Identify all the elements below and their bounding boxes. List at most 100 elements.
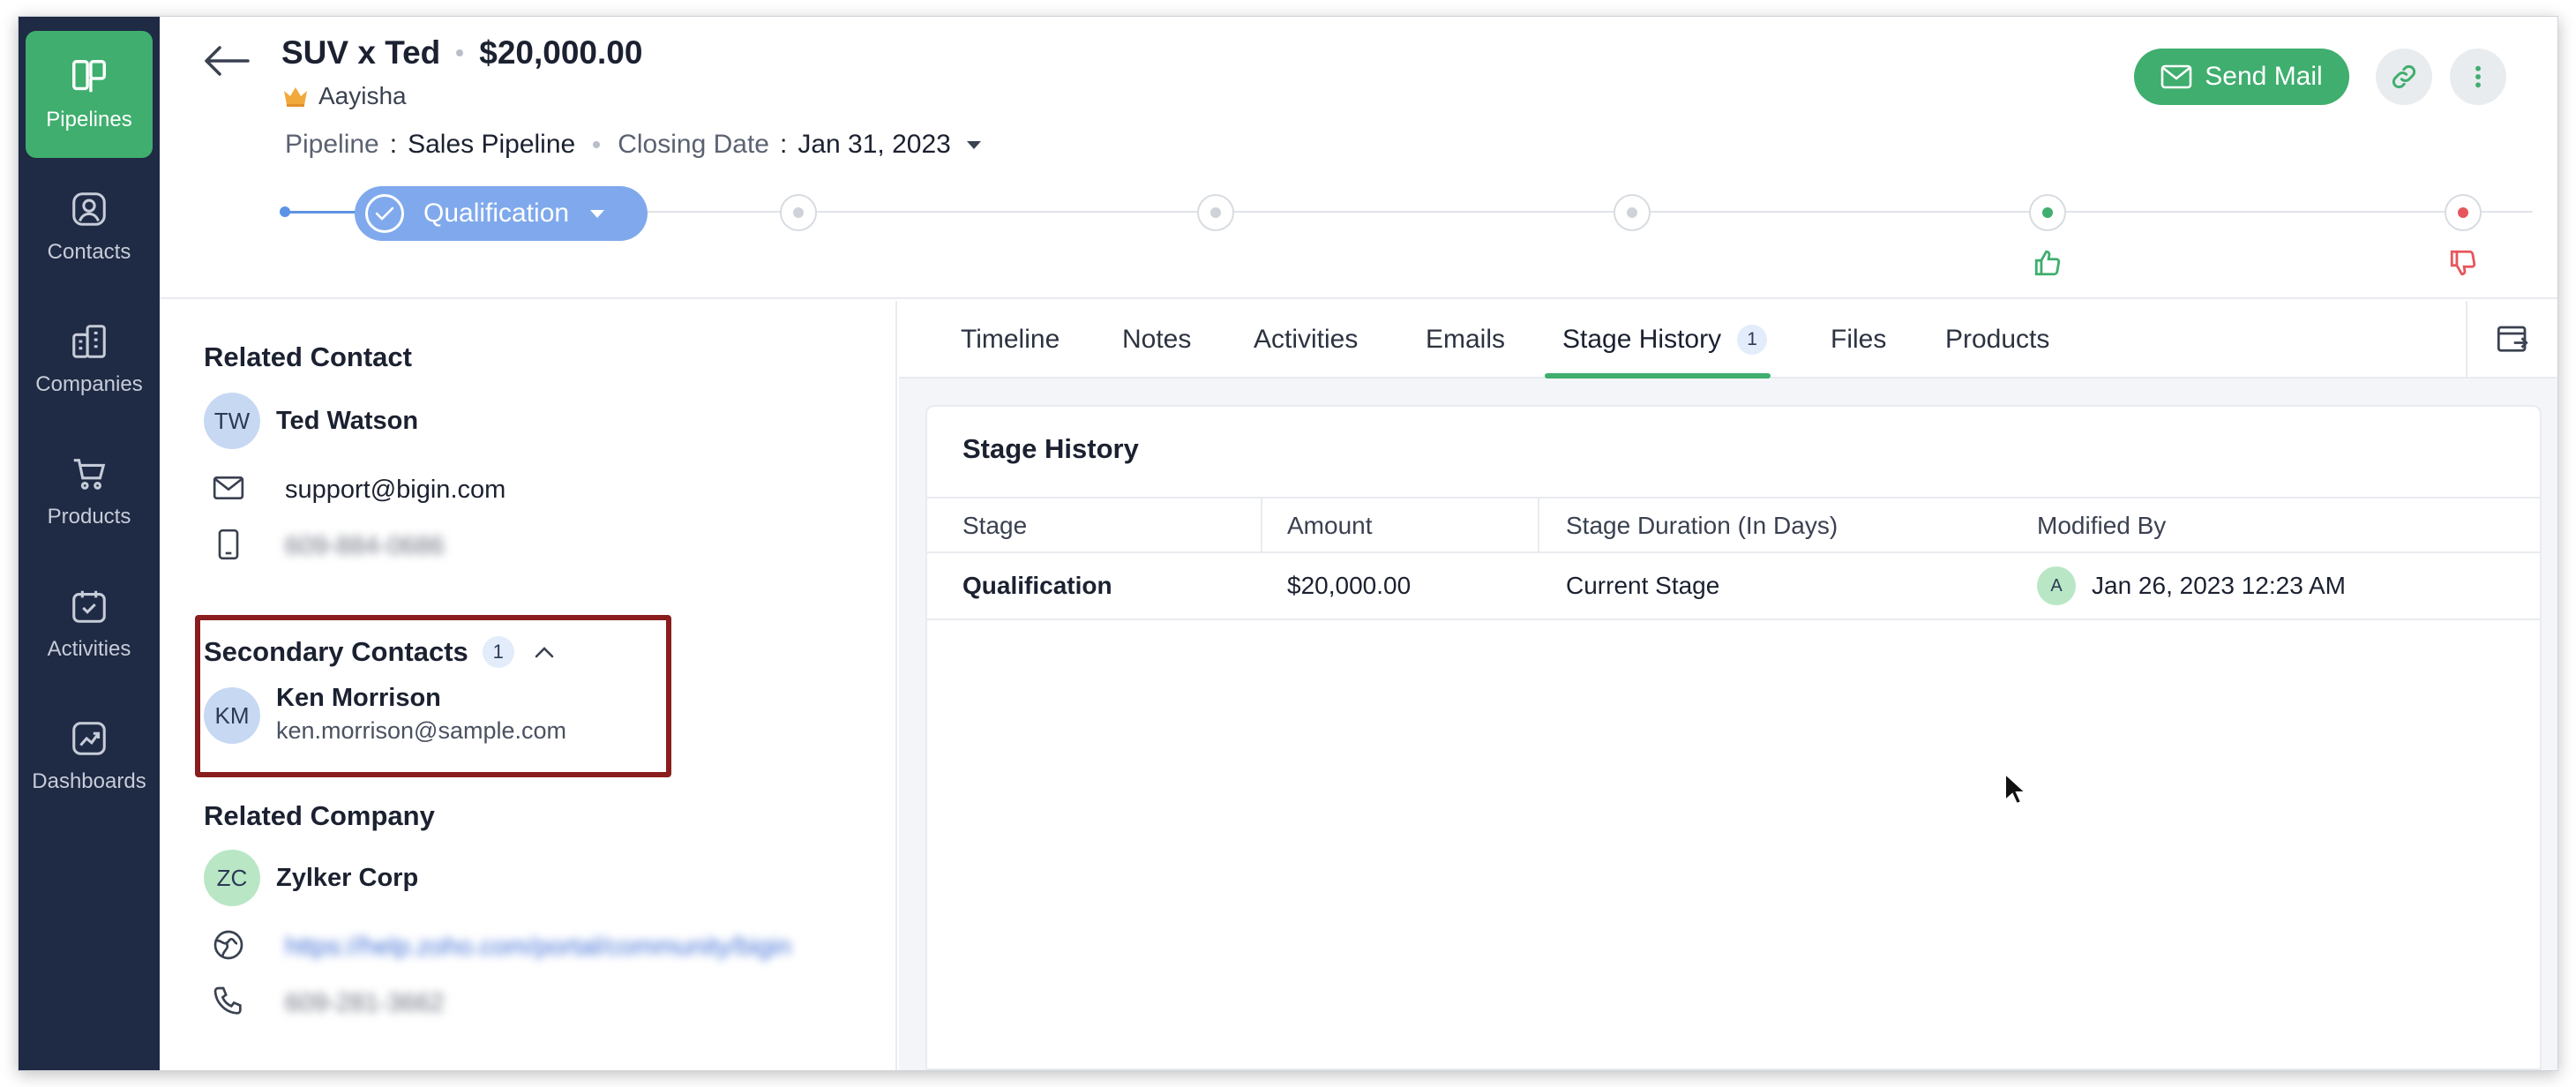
related-company-name[interactable]: Zylker Corp xyxy=(276,864,418,893)
secondary-contact-name[interactable]: Ken Morrison xyxy=(276,684,441,713)
column-header: Stage xyxy=(962,512,1028,539)
sidebar-item-label: Pipelines xyxy=(46,108,132,131)
deal-owner: Aayisha xyxy=(281,82,407,110)
thumbs-up-icon[interactable] xyxy=(2033,248,2063,278)
globe-icon xyxy=(213,930,243,960)
current-stage-selector[interactable]: Qualification xyxy=(355,186,648,241)
pipeline-start-dot xyxy=(280,206,290,217)
mobile-phone-icon xyxy=(218,529,239,560)
column-header: Modified By xyxy=(2037,512,2167,539)
more-options-button[interactable] xyxy=(2450,49,2506,105)
closing-date-key: Closing Date xyxy=(618,130,769,159)
deal-details-panel: Related Contact TW Ted Watson support@bi… xyxy=(160,301,897,1070)
link-icon xyxy=(2392,64,2416,89)
tab-timeline[interactable]: Timeline xyxy=(961,301,1060,379)
related-contact-title: Related Contact xyxy=(204,341,412,372)
check-circle-icon xyxy=(365,194,404,233)
more-vertical-icon xyxy=(2475,65,2481,88)
phone-icon xyxy=(213,986,242,1015)
table-header: Stage Amount Stage Duration (In Days) Mo… xyxy=(927,497,2540,553)
stage-history-card: Stage History Stage Amount Stage Duratio… xyxy=(925,405,2542,1070)
stage-dot[interactable] xyxy=(1614,194,1651,231)
column-header: Stage Duration (In Days) xyxy=(1566,512,1838,539)
pipeline-progress xyxy=(285,211,356,214)
deal-name: SUV x Ted xyxy=(281,34,441,71)
stage-dot[interactable] xyxy=(780,194,817,231)
edit-button[interactable] xyxy=(2376,49,2432,105)
sidebar-item-dashboards[interactable]: Dashboards xyxy=(26,693,153,820)
tab-label: Stage History xyxy=(1562,325,1722,354)
chevron-up-icon[interactable] xyxy=(534,645,555,659)
deal-tabs-panel: Timeline Notes Activities Emails Stage H… xyxy=(899,301,2557,1070)
deal-amount: $20,000.00 xyxy=(479,34,643,71)
stage-dot[interactable] xyxy=(1197,194,1234,231)
tab-activities[interactable]: Activities xyxy=(1254,301,1358,379)
column-header: Amount xyxy=(1287,512,1373,539)
customize-tabs-button[interactable] xyxy=(2466,301,2557,379)
products-icon xyxy=(73,459,106,490)
crown-icon xyxy=(284,87,307,107)
sidebar-item-label: Activities xyxy=(47,637,131,661)
tab-stage-history[interactable]: Stage History 1 xyxy=(1562,301,1768,379)
secondary-contact-email[interactable]: ken.morrison@sample.com xyxy=(276,717,566,745)
closed-lost-stage-dot[interactable] xyxy=(2445,194,2482,231)
deal-header: SUV x Ted $20,000.00 Aayisha Pipeline : … xyxy=(160,17,2557,299)
closing-date-dropdown-icon[interactable] xyxy=(966,140,981,149)
deal-title: SUV x Ted $20,000.00 xyxy=(281,34,642,71)
tab-emails[interactable]: Emails xyxy=(1426,301,1505,379)
sidebar-item-companies[interactable]: Companies xyxy=(26,296,153,423)
related-contact-name[interactable]: Ted Watson xyxy=(276,407,418,436)
tab-products[interactable]: Products xyxy=(1945,301,2049,379)
column-divider xyxy=(1538,497,1539,553)
panel-export-icon xyxy=(2497,326,2528,352)
avatar: TW xyxy=(204,393,260,449)
pipeline-value[interactable]: Sales Pipeline xyxy=(408,130,575,160)
modified-by-cell: A Jan 26, 2023 12:23 AM xyxy=(2037,553,2346,618)
activities-icon xyxy=(72,590,106,623)
deal-meta: Pipeline : Sales Pipeline Closing Date :… xyxy=(285,130,981,160)
sidebar-item-pipelines[interactable]: Pipelines xyxy=(26,31,153,158)
related-company-website[interactable]: https://help.zoho.com/portal/community/b… xyxy=(285,933,791,962)
mail-icon xyxy=(2160,64,2192,89)
related-company-phone[interactable]: 609-281-3662 xyxy=(285,989,445,1018)
sidebar: Pipelines Contacts Companies Products Ac… xyxy=(19,17,160,1070)
closing-date-value[interactable]: Jan 31, 2023 xyxy=(798,130,950,160)
mail-icon xyxy=(213,476,244,499)
modified-time: Jan 26, 2023 12:23 AM xyxy=(2092,572,2346,599)
back-arrow-icon[interactable] xyxy=(202,43,251,79)
contacts-icon xyxy=(72,192,106,226)
tab-bar: Timeline Notes Activities Emails Stage H… xyxy=(899,301,2557,379)
sidebar-item-label: Dashboards xyxy=(32,769,146,793)
duration-cell: Current Stage xyxy=(1566,572,1720,599)
amount-cell: $20,000.00 xyxy=(1287,572,1412,599)
dashboards-icon xyxy=(72,722,106,755)
pipeline-key: Pipeline xyxy=(285,130,379,159)
avatar: A xyxy=(2037,566,2076,605)
stage-history-count: 1 xyxy=(1737,325,1768,355)
thumbs-down-icon[interactable] xyxy=(2448,248,2478,278)
current-stage-label: Qualification xyxy=(423,199,570,228)
send-mail-button[interactable]: Send Mail xyxy=(2134,49,2349,105)
closed-won-stage-dot[interactable] xyxy=(2029,194,2066,231)
tab-notes[interactable]: Notes xyxy=(1122,301,1191,379)
related-contact-phone[interactable]: 609-884-0686 xyxy=(285,532,445,561)
related-contact-email[interactable]: support@bigin.com xyxy=(285,476,505,505)
stage-cell: Qualification xyxy=(962,572,1112,599)
pipelines-icon xyxy=(72,60,106,93)
sidebar-item-contacts[interactable]: Contacts xyxy=(26,163,153,290)
tab-files[interactable]: Files xyxy=(1831,301,1886,379)
app-window: Pipelines Contacts Companies Products Ac… xyxy=(18,16,2558,1071)
avatar: KM xyxy=(204,687,260,744)
sidebar-item-activities[interactable]: Activities xyxy=(26,560,153,687)
stage-history-title: Stage History xyxy=(962,433,1139,464)
secondary-contacts-header: Secondary Contacts 1 xyxy=(204,636,555,668)
table-row: Qualification $20,000.00 Current Stage A… xyxy=(927,553,2540,620)
mouse-cursor-icon xyxy=(2004,772,2026,806)
related-company-title: Related Company xyxy=(204,800,435,831)
separator-dot xyxy=(593,141,601,148)
sidebar-item-label: Products xyxy=(47,505,131,529)
companies-icon xyxy=(72,325,106,358)
sidebar-item-label: Companies xyxy=(35,372,143,396)
active-tab-indicator xyxy=(1545,373,1771,379)
sidebar-item-products[interactable]: Products xyxy=(26,428,153,555)
